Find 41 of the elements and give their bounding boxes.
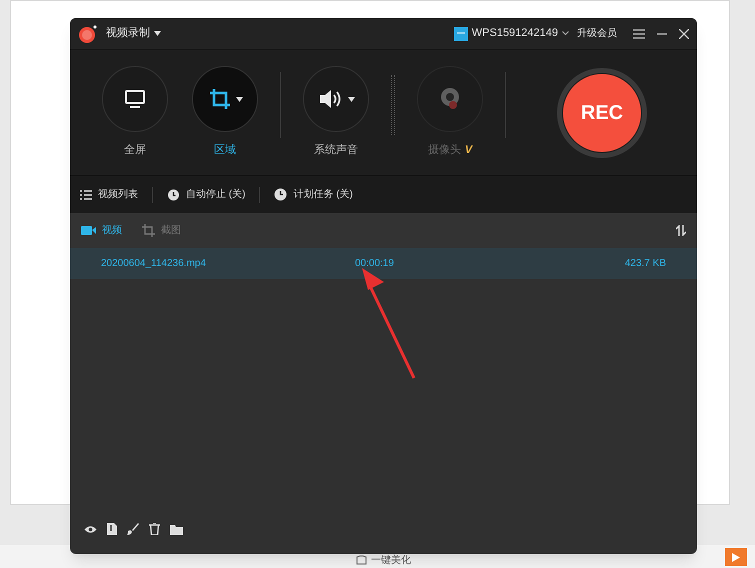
mode-label: 全屏 (124, 143, 146, 158)
toolbar-button[interactable]: 计划任务 (关) (274, 187, 353, 202)
close-icon[interactable] (679, 28, 689, 38)
account-name[interactable]: WPS1591242149 (472, 25, 558, 42)
alarm-clock-icon (167, 188, 180, 201)
list-icon (80, 190, 92, 200)
file-name: 20200604_114236.mp4 (101, 257, 207, 271)
mode-label: 摄像头 (428, 143, 461, 158)
toolbar-button[interactable]: 自动停止 (关) (167, 187, 246, 202)
crop-icon (208, 87, 232, 112)
toolbar-button[interactable]: 视频列表 (80, 187, 138, 202)
video-camera-icon (81, 225, 96, 236)
eye-icon[interactable] (84, 524, 97, 534)
file-icon[interactable] (107, 523, 117, 535)
menu-icon[interactable] (633, 28, 645, 38)
mode-menu[interactable]: 视频录制 (106, 25, 161, 42)
file-size: 423.7 KB (624, 257, 666, 271)
clock-icon (274, 188, 288, 201)
chevron-down-icon (562, 31, 569, 36)
vip-label: V (464, 143, 472, 158)
upgrade-link[interactable]: 升级会员 (577, 26, 617, 41)
trash-icon[interactable] (149, 523, 160, 535)
beautify-label: 一键美化 (371, 556, 411, 566)
mode-label: 系统声音 (314, 142, 358, 158)
avatar-icon (454, 26, 468, 40)
list-tab[interactable]: 视频 (81, 223, 122, 238)
play-button[interactable] (725, 548, 747, 566)
caret-icon (348, 96, 354, 102)
monitor-icon (124, 89, 146, 110)
caret-icon (236, 96, 242, 102)
file-row[interactable]: 20200604_114236.mp4 00:00:19 423.7 KB (70, 248, 697, 279)
brush-icon[interactable] (127, 523, 139, 535)
speaker-icon (318, 88, 344, 110)
crop-icon (142, 224, 155, 237)
play-icon (732, 552, 740, 562)
record-logo-icon (78, 24, 98, 44)
file-duration: 00:00:19 (355, 257, 394, 271)
caret-icon (154, 31, 161, 36)
sort-icon[interactable] (676, 225, 686, 236)
folder-icon[interactable] (170, 524, 183, 534)
mode-label: 区域 (214, 143, 236, 158)
